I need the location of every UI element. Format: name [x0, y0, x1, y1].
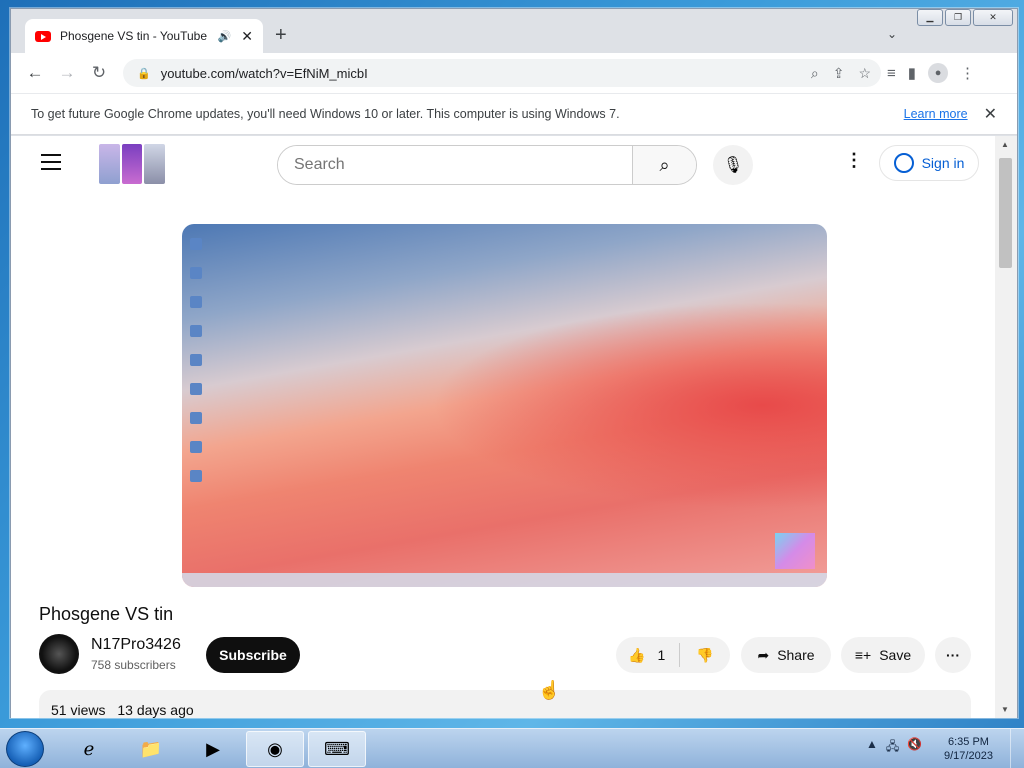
like-dislike-group: 👍 1 👎: [616, 637, 730, 673]
channel-avatar[interactable]: [39, 634, 79, 674]
volume-muted-icon[interactable]: 🔇: [907, 737, 922, 758]
side-panel-icon[interactable]: ▮: [908, 64, 916, 82]
save-button[interactable]: ≡+ Save: [841, 637, 925, 673]
network-icon[interactable]: 🖧: [886, 737, 899, 758]
forward-icon[interactable]: →: [51, 63, 83, 83]
tab-strip: Phosgene VS tin - YouTube 🔊 ✕ + ⌄ ▁ ❐ ✕: [11, 9, 1017, 53]
back-icon[interactable]: ←: [19, 63, 51, 83]
share-label: Share: [777, 647, 815, 663]
video-inner-taskbar: [182, 573, 827, 587]
tab-search-chevron-icon[interactable]: ⌄: [887, 27, 897, 41]
system-tray: ▲ 🖧 🔇: [866, 737, 922, 758]
chrome-taskbar-icon[interactable]: ◉: [246, 731, 304, 767]
browser-window: Phosgene VS tin - YouTube 🔊 ✕ + ⌄ ▁ ❐ ✕ …: [10, 8, 1018, 718]
window-controls: ▁ ❐ ✕: [917, 9, 1013, 26]
clock-time: 6:35 PM: [947, 736, 989, 748]
infobar-close-icon[interactable]: ✕: [984, 104, 997, 124]
browser-toolbar: ← → ↻ 🔒 youtube.com/watch?v=EfNiM_micbI …: [11, 53, 1017, 93]
video-player[interactable]: [182, 224, 827, 587]
more-actions-button[interactable]: ···: [935, 637, 971, 673]
like-count: 1: [657, 647, 666, 663]
infobar-message: To get future Google Chrome updates, you…: [31, 107, 620, 121]
internet-explorer-icon[interactable]: ℯ: [60, 731, 118, 767]
sign-in-label: Sign in: [921, 155, 965, 171]
window-close-button[interactable]: ✕: [973, 9, 1013, 26]
youtube-logo[interactable]: [99, 144, 166, 184]
share-button[interactable]: ➦ Share: [741, 637, 831, 673]
profile-avatar-icon[interactable]: ●: [928, 63, 949, 83]
learn-more-link[interactable]: Learn more: [904, 107, 968, 121]
menu-hamburger-icon[interactable]: [41, 154, 61, 175]
address-bar[interactable]: 🔒 youtube.com/watch?v=EfNiM_micbI ⌕ ⇪ ☆: [123, 59, 881, 87]
youtube-favicon-icon: [35, 30, 51, 42]
share-page-icon[interactable]: ⇪: [833, 65, 845, 82]
minimize-button[interactable]: ▁: [917, 9, 943, 26]
youtube-page: ⌕ 🎙 ⋮ Sign in Phosgene VS tin N17Pro3426…: [11, 136, 995, 718]
media-control-icon[interactable]: ≡: [887, 65, 896, 82]
show-desktop-button[interactable]: [1010, 729, 1024, 768]
more-dots-icon: ···: [946, 647, 960, 663]
channel-row: N17Pro3426 758 subscribers Subscribe 👍 1…: [39, 634, 979, 676]
windows-taskbar: ℯ 📁 ▶ ◉ ⌨ ▲ 🖧 🔇 6:35 PM 9/17/2023: [0, 728, 1024, 768]
search-button[interactable]: ⌕: [632, 146, 696, 184]
settings-kebab-icon[interactable]: ⋮: [845, 150, 863, 171]
thumbs-down-icon: 👎: [696, 646, 714, 663]
youtube-header: ⌕ 🎙 ⋮ Sign in: [11, 136, 995, 192]
playlist-add-icon: ≡+: [854, 647, 872, 663]
video-title: Phosgene VS tin: [39, 604, 174, 624]
tab-close-icon[interactable]: ✕: [241, 28, 253, 45]
url-text[interactable]: youtube.com/watch?v=EfNiM_micbI: [161, 66, 811, 81]
channel-name[interactable]: N17Pro3426: [91, 636, 181, 654]
view-count: 51 views: [51, 702, 106, 718]
subscriber-count: 758 subscribers: [91, 658, 176, 672]
subscribe-button[interactable]: Subscribe: [206, 637, 300, 673]
tray-expand-icon[interactable]: ▲: [866, 737, 878, 758]
microphone-icon: 🎙: [722, 157, 744, 174]
new-tab-button[interactable]: +: [275, 25, 287, 45]
thumbs-up-icon: 👍: [628, 646, 646, 663]
scroll-down-arrow-icon[interactable]: ▼: [1001, 705, 1009, 714]
system-clock[interactable]: 6:35 PM 9/17/2023: [944, 735, 993, 763]
dislike-button[interactable]: 👎: [680, 647, 713, 664]
save-label: Save: [879, 647, 912, 663]
on-screen-keyboard-icon[interactable]: ⌨: [308, 731, 366, 767]
scroll-up-arrow-icon[interactable]: ▲: [1001, 140, 1009, 149]
clock-date: 9/17/2023: [944, 750, 993, 762]
chrome-menu-icon[interactable]: ⋮: [960, 64, 975, 82]
voice-search-button[interactable]: 🎙: [713, 145, 753, 185]
file-explorer-icon[interactable]: 📁: [122, 731, 180, 767]
video-desktop-icons: [188, 230, 228, 499]
sign-in-button[interactable]: Sign in: [879, 145, 979, 181]
start-button[interactable]: [6, 731, 44, 767]
like-button[interactable]: 👍 1: [616, 643, 680, 667]
search-bar: ⌕: [277, 145, 697, 185]
page-scrollbar[interactable]: ▲ ▼: [995, 136, 1017, 718]
description-box[interactable]: 51 views 13 days ago: [39, 690, 971, 718]
audio-playing-icon[interactable]: 🔊: [218, 30, 232, 43]
tab-title: Phosgene VS tin - YouTube: [60, 29, 207, 43]
bookmark-star-icon[interactable]: ☆: [858, 65, 871, 82]
share-arrow-icon: ➦: [757, 646, 770, 663]
media-player-icon[interactable]: ▶: [184, 731, 242, 767]
hand-cursor-icon: ☝: [538, 680, 561, 700]
maximize-button[interactable]: ❐: [945, 9, 971, 26]
zoom-search-icon[interactable]: ⌕: [811, 65, 819, 82]
reload-icon[interactable]: ↻: [83, 63, 115, 83]
browser-tab[interactable]: Phosgene VS tin - YouTube 🔊 ✕: [25, 19, 263, 53]
video-corner-thumbnail: [775, 533, 815, 569]
search-icon: ⌕: [659, 154, 670, 175]
upload-age: 13 days ago: [117, 702, 194, 718]
user-icon: [893, 153, 914, 173]
lock-icon[interactable]: 🔒: [137, 67, 151, 80]
scroll-thumb[interactable]: [999, 158, 1012, 268]
search-input[interactable]: [278, 146, 632, 184]
update-infobar: To get future Google Chrome updates, you…: [11, 93, 1017, 135]
